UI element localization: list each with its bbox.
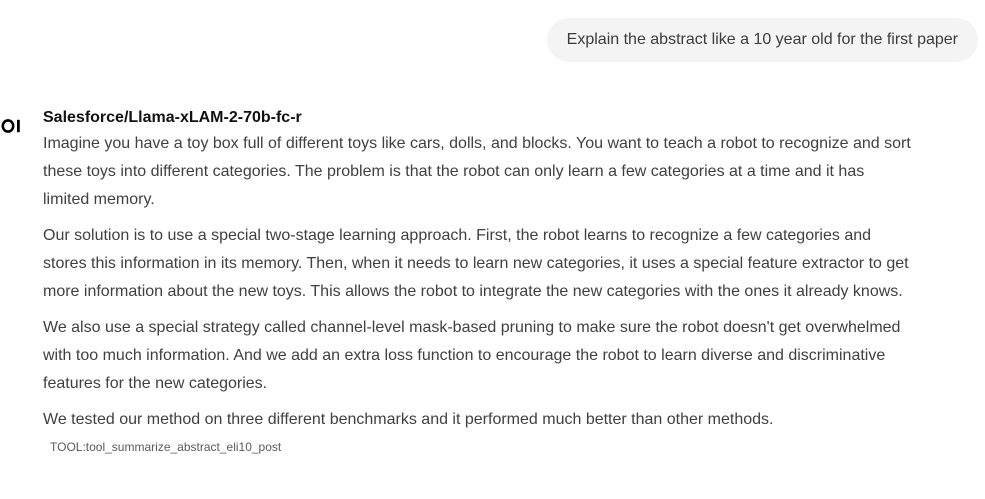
response-line: stores this information in its memory. T… [43,255,909,272]
response-line: more information about the new toys. Thi… [43,283,903,300]
response-line: Our solution is to use a special two-sta… [43,227,872,244]
response-line: We also use a special strategy called ch… [43,319,901,336]
response-line: limited memory. [43,191,155,208]
model-name: Salesforce/Llama-xLAM-2-70b-fc-r [43,109,302,126]
response-line: We tested our method on three different … [43,411,774,428]
response-paragraph: We also use a special strategy called ch… [43,314,983,398]
response-line: Imagine you have a toy box full of diffe… [43,135,911,152]
ol-logo-icon [1,117,23,135]
tool-call-tag: TOOL:tool_summarize_abstract_eli10_post [50,440,282,454]
response-line: features for the new categories. [43,375,268,392]
assistant-message: Salesforce/Llama-xLAM-2-70b-fc-r Imagine… [43,108,983,434]
user-message-bubble: Explain the abstract like a 10 year old … [546,18,978,62]
user-message-text: Explain the abstract like a 10 year old … [566,31,958,48]
response-line: these toys into different categories. Th… [43,163,865,180]
response-paragraph: We tested our method on three different … [43,406,983,434]
response-paragraph: Imagine you have a toy box full of diffe… [43,130,983,214]
response-line: with too much information. And we add an… [43,347,886,364]
response-paragraph: Our solution is to use a special two-sta… [43,222,983,306]
